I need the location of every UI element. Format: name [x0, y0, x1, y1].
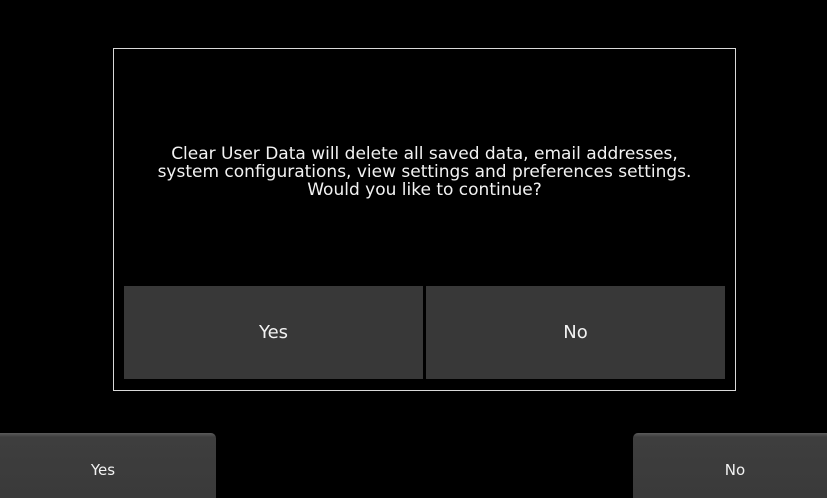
dialog-button-row: Yes No: [124, 286, 725, 379]
softkey-no-button[interactable]: No: [633, 433, 827, 498]
confirm-dialog: Clear User Data will delete all saved da…: [113, 48, 736, 391]
dialog-message: Clear User Data will delete all saved da…: [157, 144, 692, 200]
dialog-yes-button[interactable]: Yes: [124, 286, 423, 379]
dialog-no-button[interactable]: No: [426, 286, 725, 379]
softkey-yes-button[interactable]: Yes: [0, 433, 216, 498]
screen: Clear User Data will delete all saved da…: [0, 0, 827, 498]
